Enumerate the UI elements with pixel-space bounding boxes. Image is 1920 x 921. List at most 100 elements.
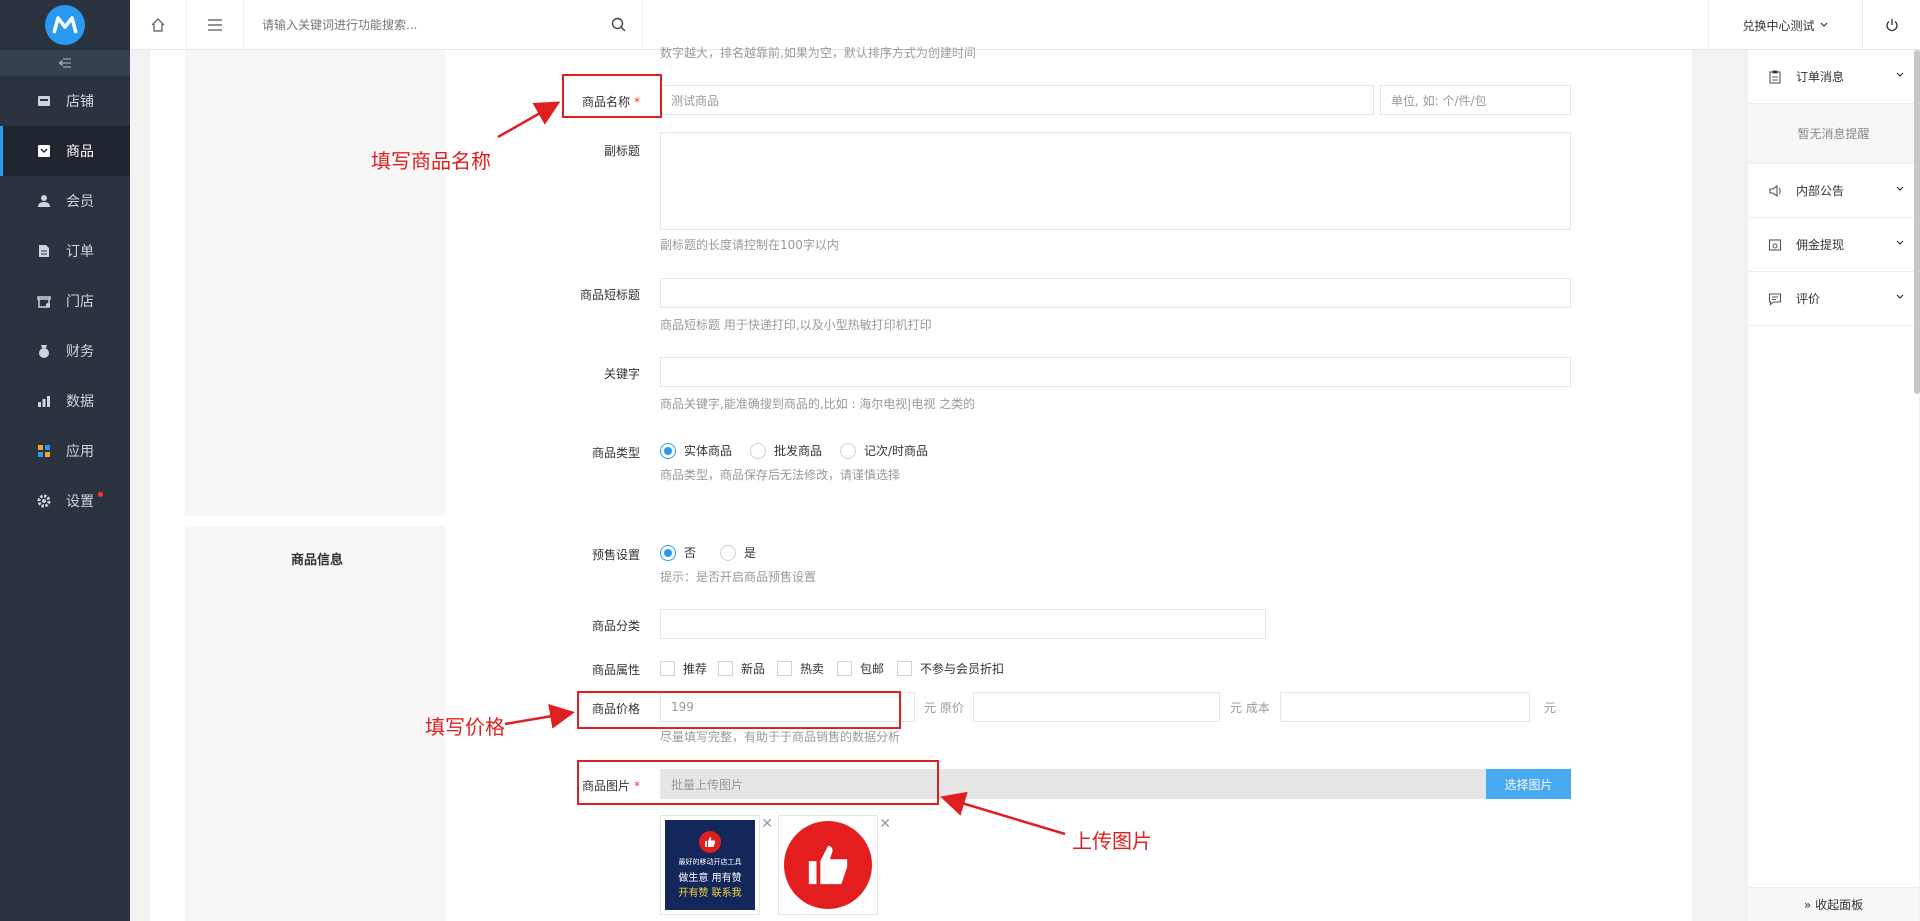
- sidebar-item-label: 应用: [66, 444, 94, 460]
- thumb-text-line1: 最好的移动开店工具: [678, 858, 742, 866]
- sidebar: 店铺 商品 会员 订单 门店 财务 数据 应用 设置: [0, 0, 130, 921]
- sidebar-item-settings[interactable]: 设置: [0, 476, 130, 526]
- radio-unchecked: [840, 442, 856, 459]
- original-price-input[interactable]: [973, 692, 1220, 722]
- chevron-down-icon: [1896, 294, 1904, 299]
- logo[interactable]: [0, 0, 130, 50]
- remove-image-button[interactable]: ✕: [879, 816, 891, 832]
- keywords-hint: 商品关键字,能准确搜到商品的,比如 : 海尔电视|电视 之类的: [660, 397, 976, 411]
- goods-name-input[interactable]: 测试商品: [660, 85, 1374, 115]
- sidebar-item-label: 门店: [66, 294, 94, 310]
- wallet-icon: [1768, 238, 1782, 252]
- checkbox: [718, 661, 733, 676]
- type-radio-physical[interactable]: 实体商品: [660, 442, 732, 459]
- type-radio-timed[interactable]: 记次/时商品: [840, 442, 928, 459]
- search-input[interactable]: [262, 17, 592, 32]
- sort-hint: 数字越大，排名越靠前,如果为空，默认排序方式为创建时间: [660, 46, 976, 60]
- basic-info-section: 数字越大，排名越靠前,如果为空，默认排序方式为创建时间 商品名称 * 测试商品 单…: [185, 46, 1690, 516]
- goods-icon: [36, 143, 52, 159]
- attr-checkbox-recommend[interactable]: 推荐: [660, 660, 707, 677]
- collapse-panel-button[interactable]: » 收起面板: [1748, 887, 1919, 921]
- sidebar-item-shop[interactable]: 门店: [0, 276, 130, 326]
- short-title-input[interactable]: [660, 278, 1571, 308]
- sidebar-item-goods[interactable]: 商品: [0, 126, 130, 176]
- image-thumbnail[interactable]: ✕: [778, 815, 891, 915]
- search-icon[interactable]: [611, 17, 626, 35]
- short-title-label: 商品短标题: [579, 288, 640, 302]
- shop-icon: [36, 293, 52, 309]
- panel-item-label: 评价: [1796, 292, 1821, 306]
- data-icon: [36, 393, 52, 409]
- sidebar-item-label: 订单: [66, 244, 94, 260]
- unit-input[interactable]: 单位, 如: 个/件/包: [1380, 85, 1571, 115]
- short-title-hint: 商品短标题 用于快递打印,以及小型热敏打印机打印: [660, 318, 932, 332]
- chevron-down-icon: [1896, 72, 1904, 77]
- notification-dot: [98, 492, 103, 497]
- sidebar-item-label: 财务: [66, 344, 94, 360]
- panel-item-commission[interactable]: 佣金提现: [1748, 218, 1919, 272]
- annotation-box-price: [577, 691, 901, 729]
- logout-button[interactable]: [1862, 0, 1920, 50]
- sidebar-item-store[interactable]: 店铺: [0, 76, 130, 126]
- sidebar-item-member[interactable]: 会员: [0, 176, 130, 226]
- thumbnail-image: [783, 820, 873, 910]
- price-unit-original: 元 原价: [924, 700, 964, 715]
- price-unit-cost: 元 成本: [1230, 700, 1270, 715]
- remove-image-button[interactable]: ✕: [761, 816, 773, 832]
- presale-label: 预售设置: [591, 548, 640, 562]
- sidebar-item-apps[interactable]: 应用: [0, 426, 130, 476]
- panel-item-announcements[interactable]: 内部公告: [1748, 164, 1919, 218]
- store-icon: [36, 93, 52, 109]
- attr-checkbox-free-shipping[interactable]: 包邮: [837, 660, 884, 677]
- store-switcher[interactable]: 兑换中心测试: [1708, 0, 1862, 50]
- thumb-text-line2: 做生意 用有赞: [678, 873, 742, 884]
- attr-label: 商品属性: [591, 663, 640, 677]
- goods-type-label: 商品类型: [591, 446, 640, 460]
- search-box: [244, 0, 643, 50]
- scrollbar[interactable]: [1914, 50, 1920, 394]
- panel-item-label: 订单消息: [1796, 70, 1845, 84]
- chevron-down-icon: [1820, 22, 1827, 27]
- panel-item-order-messages[interactable]: 订单消息: [1748, 50, 1919, 104]
- subtitle-label: 副标题: [603, 144, 640, 158]
- member-icon: [36, 193, 52, 209]
- checkbox: [897, 661, 912, 676]
- sidebar-item-order[interactable]: 订单: [0, 226, 130, 276]
- attr-checkbox-no-discount[interactable]: 不参与会员折扣: [897, 660, 1004, 677]
- sidebar-item-finance[interactable]: 财务: [0, 326, 130, 376]
- thumbs-up-icon: [784, 821, 872, 909]
- image-thumbnail[interactable]: 最好的移动开店工具 做生意 用有赞 开有赞 联系我 ✕: [660, 815, 773, 915]
- home-button[interactable]: [130, 0, 187, 50]
- home-icon: [151, 17, 165, 32]
- cost-price-input[interactable]: [1280, 692, 1530, 722]
- type-radio-wholesale[interactable]: 批发商品: [750, 442, 822, 459]
- menu-button[interactable]: [187, 0, 244, 50]
- topbar: 兑换中心测试: [130, 0, 1920, 50]
- goods-info-section: 商品信息 预售设置 否 是 提示：是否开启商品预售设置 商品分类 商品属性 推荐…: [185, 526, 1690, 921]
- sidebar-collapse-button[interactable]: [0, 50, 130, 76]
- finance-icon: [36, 343, 52, 359]
- annotation-box-image: [577, 760, 939, 805]
- attr-checkbox-hot[interactable]: 热卖: [777, 660, 824, 677]
- radio-unchecked: [750, 442, 766, 459]
- apps-icon: [36, 443, 52, 459]
- category-select[interactable]: [660, 609, 1266, 639]
- keywords-input[interactable]: [660, 357, 1571, 387]
- right-panel: 订单消息 暂无消息提醒 内部公告 佣金提现 评价 » 收起面板: [1747, 50, 1919, 921]
- subtitle-hint: 副标题的长度请控制在100字以内: [660, 238, 839, 252]
- radio-checked: [660, 544, 676, 561]
- sidebar-item-data[interactable]: 数据: [0, 376, 130, 426]
- select-image-button[interactable]: 选择图片: [1486, 769, 1571, 799]
- price-hint: 尽量填写完整，有助于于商品销售的数据分析: [660, 730, 901, 744]
- sidebar-item-label: 商品: [66, 144, 94, 160]
- checkbox: [777, 661, 792, 676]
- sidebar-item-label: 数据: [66, 394, 94, 410]
- presale-radio-yes[interactable]: 是: [720, 544, 756, 561]
- annotation-box-name: [562, 74, 662, 118]
- attr-checkbox-new[interactable]: 新品: [718, 660, 765, 677]
- subtitle-textarea[interactable]: [660, 132, 1571, 230]
- category-label: 商品分类: [591, 619, 640, 633]
- panel-item-reviews[interactable]: 评价: [1748, 272, 1919, 326]
- radio-checked: [660, 442, 676, 459]
- presale-radio-no[interactable]: 否: [660, 544, 696, 561]
